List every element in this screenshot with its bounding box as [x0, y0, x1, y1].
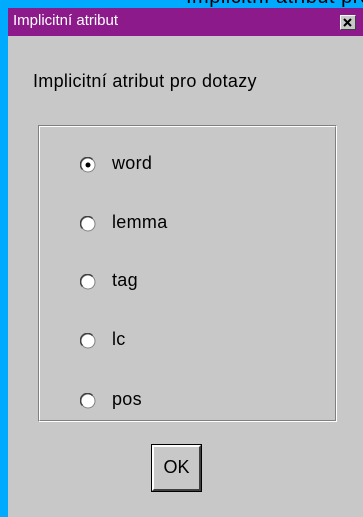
radio-label-lc: lc	[112, 329, 126, 349]
ok-button[interactable]: OK	[151, 444, 202, 492]
radio-label-tag: tag	[112, 270, 138, 290]
radio-unselected-icon[interactable]	[80, 216, 96, 232]
radio-label-lemma: lemma	[112, 212, 168, 232]
title-bar[interactable]: Implicitní atribut	[8, 8, 363, 36]
background-window-strip: Implicitní atribut pro dotazy	[0, 0, 363, 8]
attribute-options-group: word lemma tag lc pos	[38, 125, 337, 422]
radio-label-word: word	[112, 153, 153, 173]
radio-unselected-icon[interactable]	[80, 393, 96, 409]
radio-unselected-icon[interactable]	[80, 333, 96, 349]
background-window-text: Implicitní atribut pro dotazy	[186, 0, 363, 8]
radio-unselected-icon[interactable]	[80, 274, 96, 290]
prompt-label: Implicitní atribut pro dotazy	[33, 71, 257, 91]
radio-selected-icon[interactable]	[80, 157, 96, 173]
dialog-window: Implicitní atribut Implicitní atribut pr…	[8, 8, 363, 517]
close-button[interactable]	[340, 15, 356, 30]
window-title: Implicitní atribut	[13, 12, 119, 29]
radio-label-pos: pos	[112, 389, 142, 409]
close-x-icon	[343, 18, 352, 27]
